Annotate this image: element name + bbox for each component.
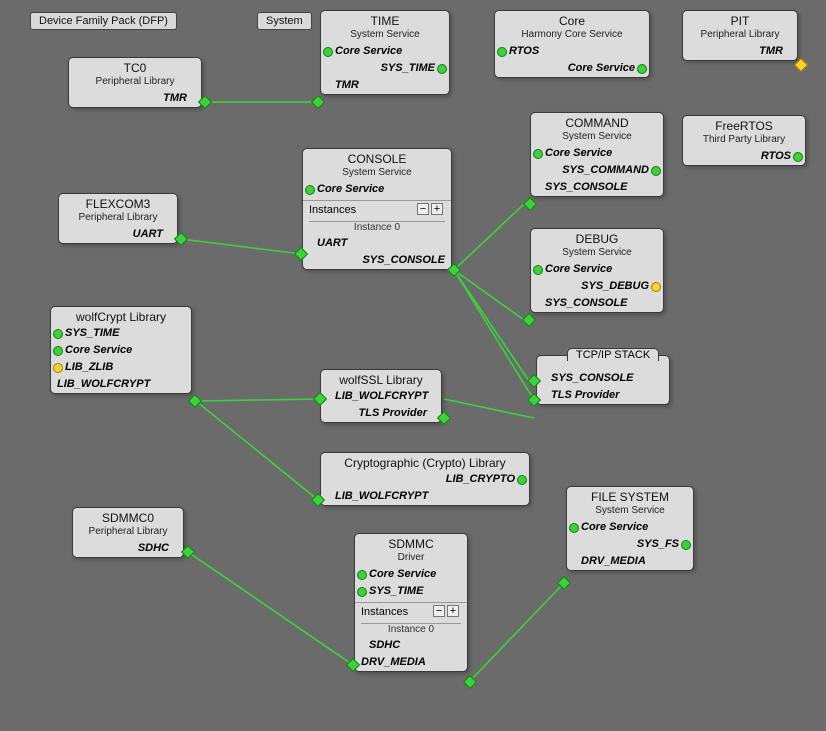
dot-icon (681, 540, 691, 550)
node-title: Core (495, 11, 649, 29)
node-subtitle: System Service (531, 131, 663, 145)
node-title: COMMAND (531, 113, 663, 131)
node-pit[interactable]: PIT Peripheral Library TMR (682, 10, 798, 61)
node-title: FreeRTOS (683, 116, 805, 134)
dot-icon (53, 363, 63, 373)
instances-section: Instances − + (355, 602, 467, 621)
dot-icon (569, 523, 579, 533)
node-title: wolfCrypt Library (51, 307, 191, 325)
node-subtitle: Peripheral Library (73, 526, 183, 540)
node-time[interactable]: TIME System Service Core Service SYS_TIM… (320, 10, 450, 95)
node-subtitle: System Service (531, 247, 663, 261)
node-title: FILE SYSTEM (567, 487, 693, 505)
node-tc0[interactable]: TC0 Peripheral Library TMR (68, 57, 202, 108)
tag-system: System (257, 12, 312, 30)
node-title: wolfSSL Library (321, 370, 441, 388)
node-subtitle: System Service (321, 29, 449, 43)
plus-button[interactable]: + (431, 203, 443, 215)
dot-icon (497, 47, 507, 57)
dot-icon (637, 64, 647, 74)
dot-icon (793, 152, 803, 162)
node-subtitle: System Service (567, 505, 693, 519)
dot-icon (53, 329, 63, 339)
dot-icon (323, 47, 333, 57)
node-freertos[interactable]: FreeRTOS Third Party Library RTOS (682, 115, 806, 166)
node-subtitle: Peripheral Library (69, 76, 201, 90)
dot-icon (437, 64, 447, 74)
port-command-sysconsole[interactable] (523, 197, 537, 211)
node-sdmmc0[interactable]: SDMMC0 Peripheral Library SDHC (72, 507, 184, 558)
minus-button[interactable]: − (417, 203, 429, 215)
port-pit-tmr[interactable] (794, 58, 808, 72)
dot-icon (357, 587, 367, 597)
node-wolfcrypt[interactable]: wolfCrypt Library SYS_TIME Core Service … (50, 306, 192, 394)
node-title: TCP/IP STACK (567, 348, 659, 361)
node-title: TC0 (69, 58, 201, 76)
dot-icon (357, 570, 367, 580)
dot-icon (651, 166, 661, 176)
node-title: SDMMC (355, 534, 467, 552)
port-wolfcrypt-out[interactable] (188, 394, 202, 408)
port-time-tmr[interactable] (311, 95, 325, 109)
minus-button[interactable]: − (433, 605, 445, 617)
node-debug[interactable]: DEBUG System Service Core Service SYS_DE… (530, 228, 664, 313)
node-title: TIME (321, 11, 449, 29)
node-core[interactable]: Core Harmony Core Service RTOS Core Serv… (494, 10, 650, 78)
node-tcpip[interactable]: TCP/IP STACK SYS_CONSOLE TLS Provider (536, 355, 670, 405)
node-title: FLEXCOM3 (59, 194, 177, 212)
port-sdmmc-drvmedia[interactable] (463, 675, 477, 689)
node-title: CONSOLE (303, 149, 451, 167)
dot-icon (517, 475, 527, 485)
node-command[interactable]: COMMAND System Service Core Service SYS_… (530, 112, 664, 197)
node-subtitle: System Service (303, 167, 451, 181)
node-flexcom3[interactable]: FLEXCOM3 Peripheral Library UART (58, 193, 178, 244)
dot-icon (53, 346, 63, 356)
node-title: Cryptographic (Crypto) Library (321, 453, 529, 471)
node-filesystem[interactable]: FILE SYSTEM System Service Core Service … (566, 486, 694, 571)
node-subtitle: Peripheral Library (683, 29, 797, 43)
dot-icon (533, 265, 543, 275)
dot-icon (533, 149, 543, 159)
node-title: SDMMC0 (73, 508, 183, 526)
instances-section: Instances − + (303, 200, 451, 219)
port-debug-sysconsole[interactable] (522, 313, 536, 327)
node-subtitle: Peripheral Library (59, 212, 177, 226)
node-subtitle: Harmony Core Service (495, 29, 649, 43)
instance-0-header: Instance 0 (361, 623, 461, 637)
node-subtitle: Third Party Library (683, 134, 805, 148)
tag-dfp: Device Family Pack (DFP) (30, 12, 177, 30)
port-filesys-drvmedia[interactable] (557, 576, 571, 590)
node-console[interactable]: CONSOLE System Service Core Service Inst… (302, 148, 452, 270)
node-title: DEBUG (531, 229, 663, 247)
dot-icon (651, 282, 661, 292)
node-title: PIT (683, 11, 797, 29)
node-wolfssl[interactable]: wolfSSL Library LIB_WOLFCRYPT TLS Provid… (320, 369, 442, 423)
instance-0-header: Instance 0 (309, 221, 445, 235)
dot-icon (305, 185, 315, 195)
node-subtitle: Driver (355, 552, 467, 566)
node-sdmmc[interactable]: SDMMC Driver Core Service SYS_TIME Insta… (354, 533, 468, 672)
plus-button[interactable]: + (447, 605, 459, 617)
node-crypto[interactable]: Cryptographic (Crypto) Library LIB_CRYPT… (320, 452, 530, 506)
